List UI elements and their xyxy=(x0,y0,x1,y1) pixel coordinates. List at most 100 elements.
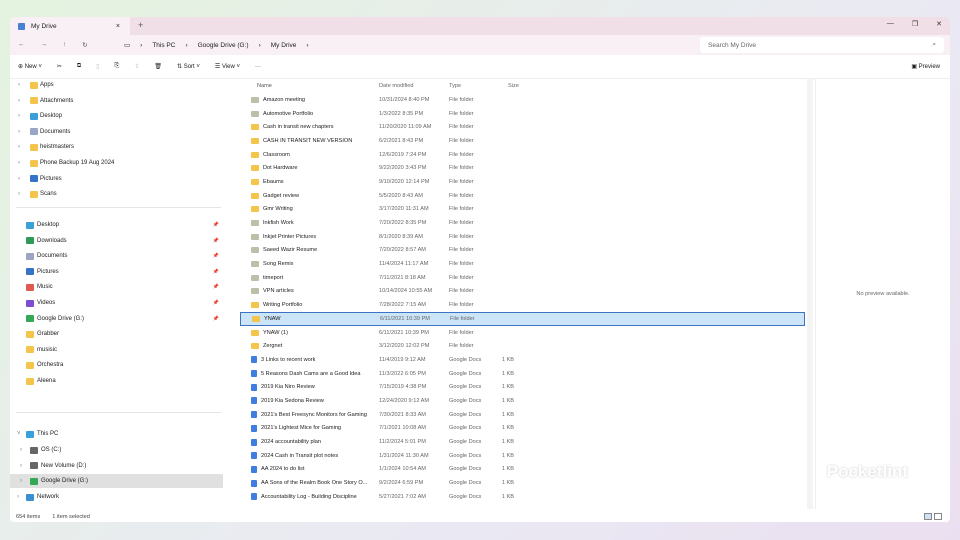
column-type[interactable]: Type xyxy=(449,83,461,89)
file-row[interactable]: AA Sons of the Realm Book One Story O...… xyxy=(240,476,805,490)
file-row[interactable]: VPN articles 10/14/2024 10:55 AM File fo… xyxy=(240,285,805,299)
chevron-right-icon[interactable]: › xyxy=(18,113,20,119)
details-view-icon[interactable] xyxy=(924,513,932,520)
file-row[interactable]: Saeed Wazir Resume 7/20/2022 8:57 AM Fil… xyxy=(240,244,805,258)
copy-icon[interactable]: ⧉ xyxy=(77,63,81,70)
pin-icon[interactable]: 📌 xyxy=(213,284,219,290)
up-icon[interactable]: ↑ xyxy=(63,41,66,49)
view-button[interactable]: ☰ View ˅ xyxy=(215,63,240,70)
sidebar-item[interactable]: › Google Drive (G:) xyxy=(10,474,223,489)
file-row[interactable]: YNAW (1) 6/11/2021 10:39 PM File folder xyxy=(240,326,805,340)
new-tab-button[interactable]: + xyxy=(138,20,143,30)
file-row[interactable]: Amazon meeting 10/31/2024 8:40 PM File f… xyxy=(240,93,805,107)
column-name[interactable]: Name xyxy=(257,83,377,89)
file-row[interactable]: 2024 Cash in Transit plot notes 1/31/202… xyxy=(240,449,805,463)
forward-icon[interactable]: → xyxy=(41,41,48,49)
sidebar-item[interactable]: › Network xyxy=(10,490,223,504)
file-row[interactable]: 2019 Kia Sedona Review 12/24/2020 9:12 A… xyxy=(240,394,805,408)
breadcrumb[interactable]: ▭ › This PC › Google Drive (G:) › My Drive › xyxy=(124,41,684,50)
file-row[interactable]: Dot Hardware 9/22/2020 3:43 PM File fold… xyxy=(240,161,805,175)
pin-icon[interactable]: 📌 xyxy=(213,253,219,259)
refresh-icon[interactable]: ↻ xyxy=(82,41,87,49)
sidebar-item[interactable]: › heistmasters xyxy=(10,140,223,154)
file-row[interactable]: Automotive Portfolio 1/3/2022 8:35 PM Fi… xyxy=(240,107,805,121)
search-input[interactable]: Search My Drive ⌕ xyxy=(700,37,944,53)
file-row[interactable]: Cash in transit new chapters 11/20/2020 … xyxy=(240,120,805,134)
new-button[interactable]: ⊕ New ˅ xyxy=(18,63,42,70)
crumb-google-drive[interactable]: Google Drive (G:) xyxy=(198,42,249,49)
sidebar-item[interactable]: musisic xyxy=(10,343,223,357)
file-row[interactable]: timeport 7/11/2021 8:18 AM File folder xyxy=(240,271,805,285)
pin-icon[interactable]: 📌 xyxy=(213,269,219,275)
sidebar-item[interactable]: Orchestra xyxy=(10,358,223,372)
share-icon[interactable]: ⇪ xyxy=(134,63,139,70)
sidebar-item[interactable]: › Pictures xyxy=(10,172,223,186)
file-row[interactable]: 2021's Best Freesync Monitors for Gaming… xyxy=(240,408,805,422)
sidebar-item[interactable]: › Documents xyxy=(10,125,223,139)
chevron-right-icon[interactable]: › xyxy=(17,494,19,500)
pin-icon[interactable]: 📌 xyxy=(213,238,219,244)
column-size[interactable]: Size xyxy=(508,83,522,89)
delete-icon[interactable]: 🗑 xyxy=(154,63,162,70)
minimize-icon[interactable]: — xyxy=(887,20,894,28)
sidebar-item[interactable]: › Phone Backup 19 Aug 2024 xyxy=(10,156,223,170)
file-row[interactable]: AA 2024 to do list 1/1/2024 10:54 AM Goo… xyxy=(240,463,805,477)
sidebar-item[interactable]: Desktop 📌 xyxy=(10,218,223,232)
sort-button[interactable]: ⇅ Sort ˅ xyxy=(177,63,200,70)
sidebar-item[interactable]: Grabber xyxy=(10,327,223,341)
file-row[interactable]: Song Remix 11/4/2024 11:17 AM File folde… xyxy=(240,257,805,271)
crumb-my-drive[interactable]: My Drive xyxy=(271,42,297,49)
sidebar-item[interactable]: › Attachments xyxy=(10,94,223,108)
file-row[interactable]: Classroom 12/6/2019 7:24 PM File folder xyxy=(240,148,805,162)
file-list-scrollbar[interactable] xyxy=(807,79,813,509)
preview-button[interactable]: ▣ Preview xyxy=(911,63,940,70)
file-row[interactable]: Gadget review 5/5/2020 8:43 AM File fold… xyxy=(240,189,805,203)
rename-icon[interactable]: ⎘ xyxy=(115,63,120,70)
sidebar-item[interactable]: › OS (C:) xyxy=(10,443,223,457)
file-row[interactable]: YNAW 6/11/2021 10:39 PM File folder xyxy=(240,312,805,326)
sidebar-item[interactable]: ˅ This PC xyxy=(10,427,223,441)
chevron-right-icon[interactable]: › xyxy=(18,176,20,182)
pin-icon[interactable]: 📌 xyxy=(213,316,219,322)
file-row[interactable]: Inkfish Work 7/20/2022 8:35 PM File fold… xyxy=(240,216,805,230)
cut-icon[interactable]: ✂ xyxy=(57,63,62,70)
sidebar-item[interactable]: Google Drive (G:) 📌 xyxy=(10,312,223,326)
sidebar-item[interactable]: Videos 📌 xyxy=(10,296,223,310)
sidebar-item[interactable]: Music 📌 xyxy=(10,280,223,294)
file-row[interactable]: Gmr Writing 3/17/2020 11:31 AM File fold… xyxy=(240,203,805,217)
sidebar-item[interactable]: Downloads 📌 xyxy=(10,234,223,248)
chevron-right-icon[interactable]: › xyxy=(18,191,20,197)
sidebar-item[interactable]: › Scans xyxy=(10,187,223,201)
more-button[interactable]: ··· xyxy=(255,64,261,70)
file-row[interactable]: CASH IN TRANSIT NEW VERSION 6/2/2021 8:4… xyxy=(240,134,805,148)
chevron-right-icon[interactable]: › xyxy=(18,98,20,104)
file-row[interactable]: Zergnet 3/12/2020 12:02 PM File folder xyxy=(240,339,805,353)
back-icon[interactable]: ← xyxy=(18,41,25,49)
close-tab-icon[interactable]: × xyxy=(116,23,120,30)
chevron-right-icon[interactable]: › xyxy=(18,82,20,88)
chevron-down-icon[interactable]: ˅ xyxy=(17,431,21,437)
sidebar-item[interactable]: Aleena xyxy=(10,374,223,388)
file-row[interactable]: 2019 Kia Niro Review 7/15/2019 4:38 PM G… xyxy=(240,380,805,394)
pin-icon[interactable]: 📌 xyxy=(213,300,219,306)
paste-icon[interactable]: ▯ xyxy=(96,63,99,70)
file-row[interactable]: Inkjet Printer Pictures 8/1/2020 8:39 AM… xyxy=(240,230,805,244)
file-row[interactable]: Accountability Log - Building Discipline… xyxy=(240,490,805,504)
close-window-icon[interactable]: ✕ xyxy=(936,20,942,28)
maximize-icon[interactable]: ❐ xyxy=(912,20,918,28)
pin-icon[interactable]: 📌 xyxy=(213,222,219,228)
sidebar-item[interactable]: › New Volume (D:) xyxy=(10,459,223,473)
chevron-right-icon[interactable]: › xyxy=(20,447,22,453)
sidebar-item[interactable]: Documents 📌 xyxy=(10,249,223,263)
chevron-right-icon[interactable]: › xyxy=(20,478,22,484)
sidebar-item[interactable]: › Apps xyxy=(10,78,223,92)
file-row[interactable]: 3 Links to recent work 11/4/2019 9:12 AM… xyxy=(240,353,805,367)
file-row[interactable]: Writing Portfolio 7/28/2022 7:15 AM File… xyxy=(240,298,805,312)
chevron-right-icon[interactable]: › xyxy=(18,129,20,135)
sidebar-item[interactable]: › Desktop xyxy=(10,109,223,123)
chevron-right-icon[interactable]: › xyxy=(20,463,22,469)
tiles-view-icon[interactable] xyxy=(934,513,942,520)
file-row[interactable]: 2021's Lightest Mice for Gaming 7/1/2021… xyxy=(240,422,805,436)
chevron-right-icon[interactable]: › xyxy=(18,160,20,166)
file-row[interactable]: 2024 accountability plan 11/2/2024 5:01 … xyxy=(240,435,805,449)
